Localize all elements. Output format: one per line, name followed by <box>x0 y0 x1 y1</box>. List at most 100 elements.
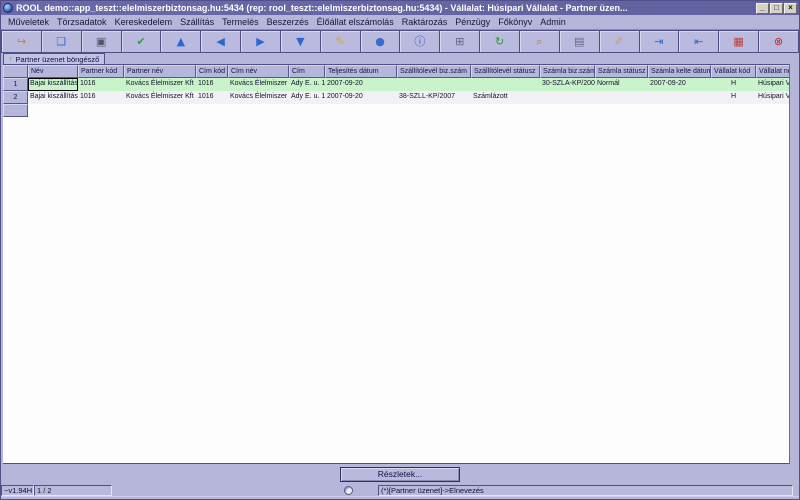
first-record-button[interactable]: ▲ <box>161 30 202 53</box>
grid-cell[interactable] <box>397 78 471 91</box>
empty-row <box>3 104 789 117</box>
column-header[interactable]: Partner név <box>124 65 196 78</box>
column-header[interactable]: Név <box>28 65 78 78</box>
grid-cell[interactable]: Ady E. u. 17. <box>289 78 325 91</box>
table-delete-button[interactable]: ▦ <box>719 30 760 53</box>
grid-cell[interactable]: 1016 <box>196 78 228 91</box>
open-button[interactable]: ❑ <box>41 30 82 53</box>
save-button[interactable]: ▣ <box>81 30 122 53</box>
grid-cell[interactable]: 2007-09-20 <box>648 78 711 91</box>
exit-door-icon: ↪ <box>16 35 27 48</box>
stamp-button[interactable]: ✐ <box>599 30 640 53</box>
row-number[interactable]: 2 <box>3 91 28 104</box>
grid-cell[interactable]: 2007-09-20 <box>325 78 397 91</box>
grid-cell[interactable] <box>471 78 540 91</box>
menu-item--l-llat-elsz-mol-s[interactable]: Élőállat elszámolás <box>313 17 398 27</box>
column-header[interactable]: Vállalat név <box>756 65 789 78</box>
close-x-icon: × <box>788 3 793 12</box>
grid-button[interactable]: ▤ <box>559 30 600 53</box>
grid-cell[interactable]: Kovács Élelmiszer Kft <box>228 78 289 91</box>
grid-cell[interactable]: Bajai kiszállítás <box>28 91 78 104</box>
menu-item-kereskedelem[interactable]: Kereskedelem <box>111 17 177 27</box>
close-button[interactable]: × <box>784 2 797 14</box>
copy-button[interactable]: ● <box>360 30 401 53</box>
grid-cell[interactable]: H <box>711 78 756 91</box>
column-header[interactable]: Szállítólevél státusz <box>471 65 540 78</box>
table-import-button[interactable]: ⇤ <box>679 30 720 53</box>
grid-cell[interactable]: Normál <box>595 78 648 91</box>
table-arrow-right-icon: ⇥ <box>654 35 664 48</box>
details-button[interactable]: Részletek... <box>340 466 460 482</box>
column-header[interactable]: Cím <box>289 65 325 78</box>
column-header[interactable]: Teljesítés dátum <box>325 65 397 78</box>
grid-cell[interactable]: 30-SZLA-KP/2007 <box>540 78 595 91</box>
grid-cell[interactable]: Ady E. u. 17. <box>289 91 325 104</box>
restore-button[interactable]: □ <box>770 2 783 14</box>
arrow-right-icon: ▶ <box>256 35 265 48</box>
grid-cell[interactable]: Húsipari Vállalat <box>756 78 789 91</box>
title-bar[interactable]: ROOL demo::app_teszt::elelmiszerbiztonsa… <box>1 1 799 15</box>
grid-cell[interactable]: Húsipari Vállalat <box>756 91 789 104</box>
column-header[interactable]: Számla státusz <box>595 65 648 78</box>
arrow-up-icon: ▲ <box>176 35 186 48</box>
grid-cell[interactable]: H <box>711 91 756 104</box>
info-button[interactable]: ⓘ <box>400 30 441 53</box>
tab-partner-uzenet-bongeszo[interactable]: ↑ Partner üzenet böngésző <box>3 53 106 64</box>
table-area: Név Partner kód Partner név Cím kód Cím név C… <box>1 64 799 464</box>
exit-button[interactable]: ↪ <box>1 30 42 53</box>
next-record-button[interactable]: ▶ <box>241 30 281 53</box>
grid-cell[interactable]: Bajai kiszállítás <box>28 78 78 91</box>
menu-item-rakt-roz-s[interactable]: Raktározás <box>398 17 452 27</box>
column-header[interactable]: Partner kód <box>78 65 124 78</box>
prev-record-button[interactable]: ◀ <box>201 30 242 53</box>
menu-item-f-k-nyv[interactable]: Főkönyv <box>494 17 536 27</box>
expression-field: (*)[Partner üzenet]->Elnevezés <box>378 484 793 496</box>
grid-cell[interactable]: Kovács Élelmiszer Kft <box>124 91 196 104</box>
arrow-down-icon: ▼ <box>296 35 305 48</box>
grid-cell[interactable]: Kovács Élelmiszer Kft <box>124 78 196 91</box>
menu-item-p-nz-gy[interactable]: Pénzügy <box>451 17 494 27</box>
tab-label: Partner üzenet böngésző <box>15 54 100 64</box>
grid-cell[interactable] <box>540 91 595 104</box>
toolbar: ↪ ❑ ▣ ✔ ▲ ◀ ▶ ▼ ✎ ● ⓘ ⊞ ↻ ⌕ ▤ ✐ ⇥ ⇤ ▦ ⊗ <box>1 29 799 53</box>
table-row[interactable]: 1 Bajai kiszállítás 1016 Kovács Élelmiszer … <box>3 78 789 91</box>
column-header[interactable]: Szállítólevél biz.szám <box>397 65 471 78</box>
grid-cell[interactable]: 2007-09-20 <box>325 91 397 104</box>
grid-cell[interactable] <box>648 91 711 104</box>
close-window-button[interactable]: ⊗ <box>759 30 799 53</box>
column-header[interactable]: Számla biz.szám <box>540 65 595 78</box>
grid-cell[interactable]: Kovács Élelmiszer Kft <box>228 91 289 104</box>
grid-cell[interactable]: 1016 <box>78 91 124 104</box>
grid-cell[interactable]: Számlázott <box>471 91 540 104</box>
last-record-button[interactable]: ▼ <box>280 30 321 53</box>
row-number[interactable]: 1 <box>3 78 28 91</box>
grid-cell[interactable] <box>595 91 648 104</box>
column-header[interactable]: Cím név <box>228 65 289 78</box>
grid-cell[interactable]: 1016 <box>196 91 228 104</box>
column-header[interactable]: Vállalat kód <box>711 65 756 78</box>
menu-item-termel-s[interactable]: Termelés <box>218 17 263 27</box>
minimize-button[interactable]: _ <box>756 2 769 14</box>
edit-button[interactable]: ✎ <box>320 30 361 53</box>
grid-cell[interactable]: 1016 <box>78 78 124 91</box>
menu-item-admin[interactable]: Admin <box>536 17 570 27</box>
refresh-button[interactable]: ↻ <box>480 30 520 53</box>
magnifier-icon: ⌕ <box>536 35 543 48</box>
radio-button[interactable] <box>344 485 353 495</box>
search-button[interactable]: ⌕ <box>519 30 560 53</box>
menu-item-sz-ll-t-s[interactable]: Szállítás <box>176 17 218 27</box>
table-export-button[interactable]: ⇥ <box>639 30 680 53</box>
table-row[interactable]: 2 Bajai kiszállítás 1016 Kovács Élelmiszer … <box>3 91 789 104</box>
cylinder-icon: ● <box>375 35 385 48</box>
column-header[interactable]: Cím kód <box>196 65 228 78</box>
grid-cell[interactable]: 38-SZLL-KP/2007 <box>397 91 471 104</box>
menu-item-t-rzsadatok[interactable]: Törzsadatok <box>53 17 111 27</box>
column-header[interactable]: Számla kelte dátum <box>648 65 711 78</box>
status-bar: ~v1.94H 1 / 2 (*)[Partner üzenet]->Elnev… <box>1 484 799 496</box>
menu-item-beszerz-s[interactable]: Beszerzés <box>263 17 313 27</box>
accept-button[interactable]: ✔ <box>121 30 162 53</box>
data-grid: Név Partner kód Partner név Cím kód Cím név C… <box>3 64 790 464</box>
app-logo-icon <box>3 3 13 13</box>
form-button[interactable]: ⊞ <box>440 30 481 53</box>
menu-item-m-veletek[interactable]: Műveletek <box>4 17 53 27</box>
